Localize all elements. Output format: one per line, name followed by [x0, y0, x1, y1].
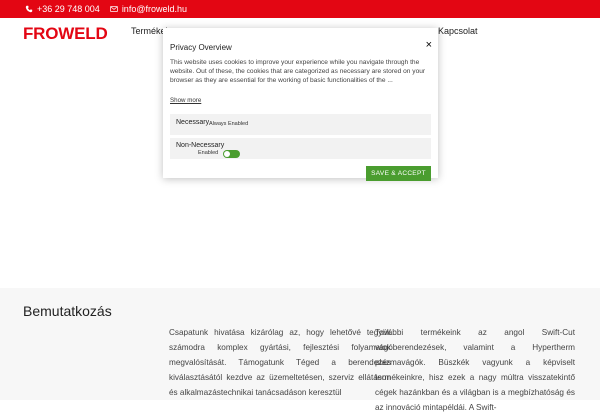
email-contact[interactable]: info@froweld.hu	[110, 4, 187, 14]
always-enabled-tag: Always Enabled	[209, 120, 249, 127]
top-contact-bar: +36 29 748 004 info@froweld.hu	[0, 0, 600, 18]
modal-title: Privacy Overview	[170, 43, 232, 52]
necessary-label: Necessary	[176, 119, 210, 126]
privacy-description: This website uses cookies to improve you…	[170, 59, 426, 84]
close-icon[interactable]: ×	[426, 40, 432, 51]
enabled-tag: Enabled	[198, 150, 219, 156]
phone-icon	[25, 5, 33, 13]
email-address: info@froweld.hu	[121, 4, 187, 14]
show-more-link[interactable]: Show more	[170, 97, 201, 104]
toggle-knob	[224, 151, 230, 157]
privacy-overlay: Privacy Overview × This website uses coo…	[0, 18, 600, 400]
phone-number: +36 29 748 004	[37, 4, 100, 14]
save-and-accept-button[interactable]: SAVE & ACCEPT	[366, 166, 431, 181]
necessary-cookies-row[interactable]: Necessary Always Enabled	[170, 114, 431, 135]
non-necessary-cookies-row[interactable]: Non-Necessary Enabled	[170, 138, 431, 159]
envelope-icon	[110, 6, 118, 12]
privacy-overview-modal: Privacy Overview × This website uses coo…	[163, 28, 438, 181]
non-necessary-label: Non-Necessary	[176, 142, 225, 149]
phone-contact[interactable]: +36 29 748 004	[25, 4, 100, 14]
non-necessary-toggle[interactable]	[223, 150, 240, 158]
